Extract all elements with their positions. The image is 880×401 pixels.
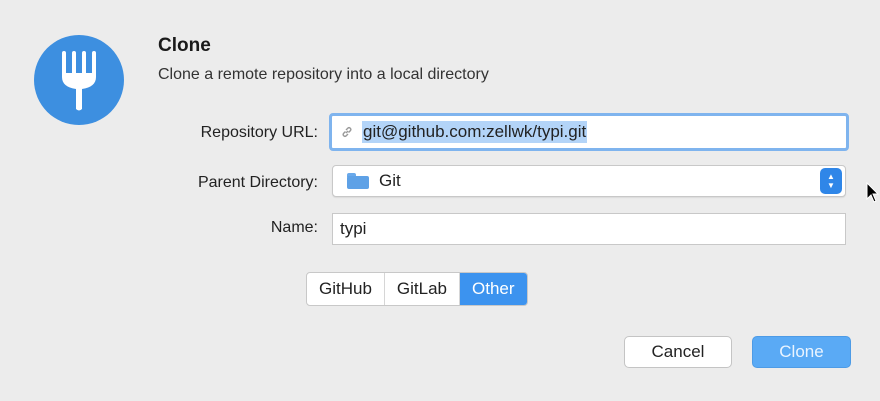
- parent-directory-select[interactable]: Git ▲ ▼: [332, 165, 846, 197]
- clone-button[interactable]: Clone: [752, 336, 851, 368]
- name-input[interactable]: typi: [332, 213, 846, 245]
- folder-icon: [347, 173, 369, 189]
- parent-directory-label: Parent Directory:: [197, 174, 318, 191]
- fork-icon: [34, 35, 124, 125]
- dialog-subtitle: Clone a remote repository into a local d…: [158, 66, 489, 83]
- name-label: Name:: [270, 219, 318, 236]
- repository-url-label: Repository URL:: [200, 124, 318, 141]
- repository-url-input[interactable]: git@github.com:zellwk/typi.git: [329, 113, 849, 151]
- name-value: typi: [340, 219, 367, 238]
- provider-segmented-control: GitHub GitLab Other: [306, 272, 528, 306]
- tab-gitlab[interactable]: GitLab: [385, 273, 461, 305]
- up-down-stepper-icon[interactable]: ▲ ▼: [820, 168, 842, 194]
- parent-directory-value: Git: [379, 171, 401, 190]
- cancel-button[interactable]: Cancel: [624, 336, 732, 368]
- clone-dialog: Clone Clone a remote repository into a l…: [0, 0, 880, 401]
- dialog-title: Clone: [158, 35, 211, 56]
- mouse-pointer-icon: [866, 181, 880, 209]
- tab-github[interactable]: GitHub: [307, 273, 385, 305]
- tab-other[interactable]: Other: [460, 273, 527, 305]
- link-icon: [340, 125, 354, 139]
- repository-url-value: git@github.com:zellwk/typi.git: [362, 121, 588, 143]
